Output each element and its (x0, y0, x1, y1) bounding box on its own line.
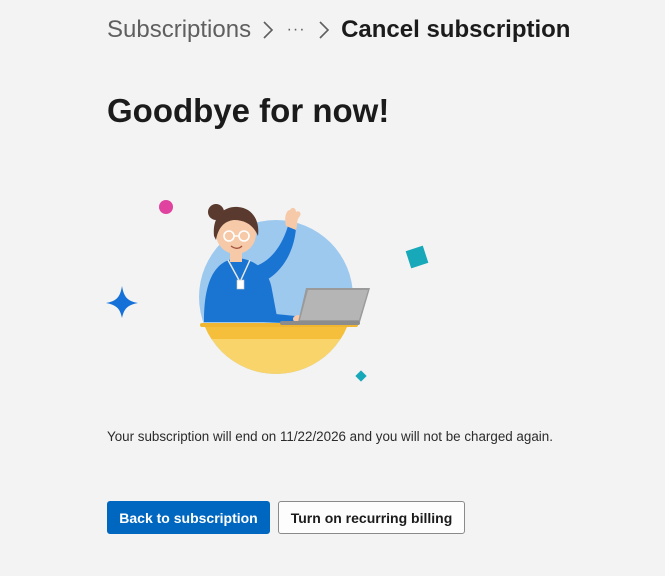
cancel-subscription-page: Subscriptions ··· Cancel subscription Go… (0, 0, 665, 576)
turn-on-recurring-billing-button[interactable]: Turn on recurring billing (278, 501, 465, 534)
breadcrumb-more-button[interactable]: ··· (285, 14, 307, 46)
goodbye-illustration (100, 190, 440, 390)
breadcrumb-current-page: Cancel subscription (341, 16, 571, 43)
decor-dot-icon (159, 200, 173, 214)
sparkle-icon (106, 286, 138, 318)
page-title: Goodbye for now! (107, 92, 390, 129)
breadcrumb-subscriptions[interactable]: Subscriptions (107, 16, 251, 44)
back-to-subscription-button[interactable]: Back to subscription (107, 501, 270, 534)
decor-square-icon (405, 245, 429, 269)
woman-waving-illustration (106, 200, 429, 382)
cancellation-message: Your subscription will end on 11/22/2026… (107, 429, 553, 445)
breadcrumb: Subscriptions ··· Cancel subscription (107, 14, 570, 46)
chevron-right-icon (251, 14, 285, 46)
chevron-right-icon (307, 14, 341, 46)
decor-diamond-icon (355, 370, 367, 382)
more-icon: ··· (286, 21, 306, 38)
